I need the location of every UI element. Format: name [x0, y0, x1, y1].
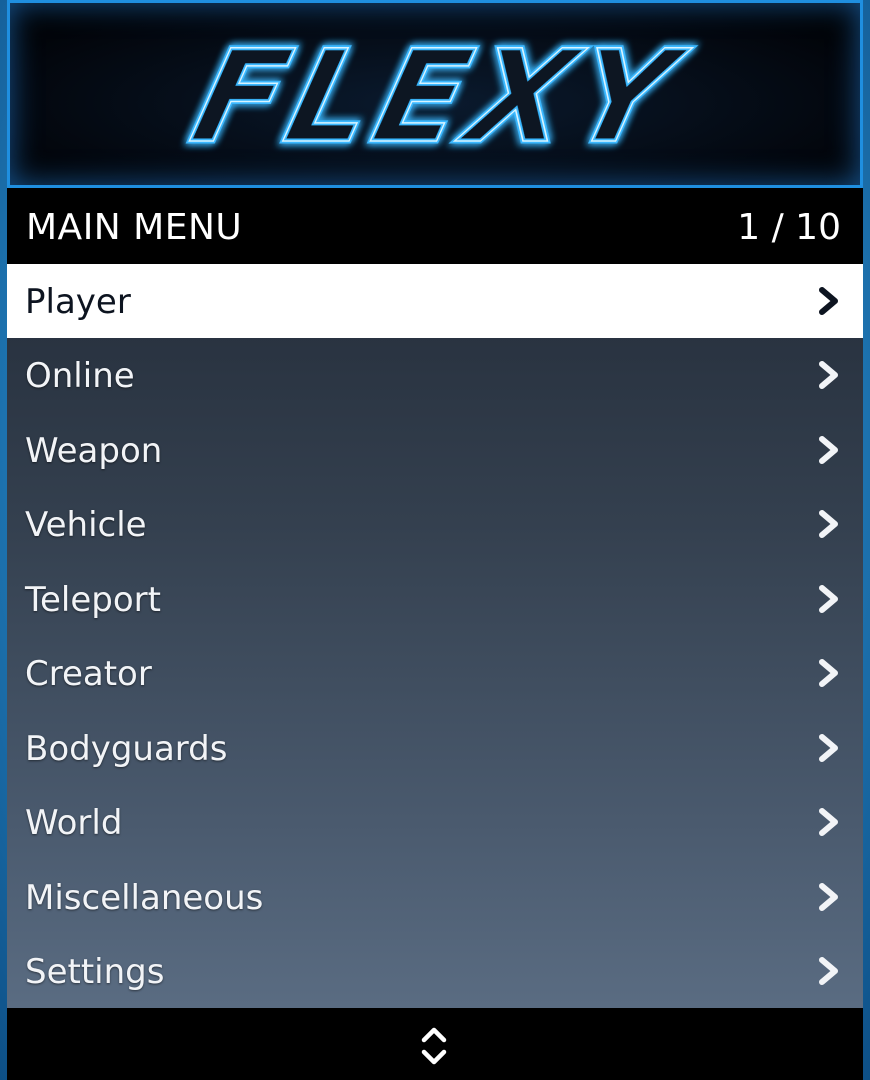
svg-text:FLEXY: FLEXY [179, 22, 700, 172]
menu-header: MAIN MENU 1 / 10 [7, 188, 863, 264]
chevron-right-icon [819, 510, 838, 538]
menu-item-online[interactable]: Online [7, 338, 863, 412]
chevron-right-icon [819, 957, 838, 985]
menu-item-label: Online [25, 356, 135, 396]
menu-item-label: Player [25, 282, 131, 322]
chevron-right-icon [819, 585, 838, 613]
up-down-scroll-icon[interactable] [419, 1024, 449, 1068]
menu-item-label: Creator [25, 654, 152, 694]
menu-item-label: Settings [25, 952, 165, 992]
chevron-right-icon [819, 659, 838, 687]
menu-item-miscellaneous[interactable]: Miscellaneous [7, 860, 863, 934]
menu-banner: FLEXY FLEXY [7, 0, 863, 188]
chevron-right-icon [819, 734, 838, 762]
menu-item-bodyguards[interactable]: Bodyguards [7, 711, 863, 785]
menu-item-label: World [25, 803, 123, 843]
chevron-right-icon [819, 808, 838, 836]
flexy-logo: FLEXY FLEXY [177, 19, 703, 174]
menu-item-label: Miscellaneous [25, 878, 264, 918]
chevron-right-icon [819, 361, 838, 389]
menu-item-label: Bodyguards [25, 729, 228, 769]
menu-item-weapon[interactable]: Weapon [7, 413, 863, 487]
main-menu: FLEXY FLEXY MAIN MENU 1 / 10 Player Onli… [7, 0, 863, 1080]
menu-item-creator[interactable]: Creator [7, 636, 863, 710]
menu-item-label: Weapon [25, 431, 163, 471]
menu-item-label: Teleport [25, 580, 161, 620]
menu-item-teleport[interactable]: Teleport [7, 562, 863, 636]
menu-item-vehicle[interactable]: Vehicle [7, 487, 863, 561]
menu-footer [7, 1008, 863, 1080]
chevron-right-icon [819, 883, 838, 911]
menu-item-world[interactable]: World [7, 785, 863, 859]
menu-item-settings[interactable]: Settings [7, 934, 863, 1008]
menu-title: MAIN MENU [26, 207, 243, 248]
chevron-right-icon [819, 436, 838, 464]
menu-item-label: Vehicle [25, 505, 147, 545]
page-counter: 1 / 10 [737, 207, 841, 248]
menu-item-player[interactable]: Player [7, 264, 863, 338]
menu-item-list: Player Online Weapon Vehicle Teleport Cr… [7, 264, 863, 1008]
chevron-right-icon [819, 287, 838, 315]
